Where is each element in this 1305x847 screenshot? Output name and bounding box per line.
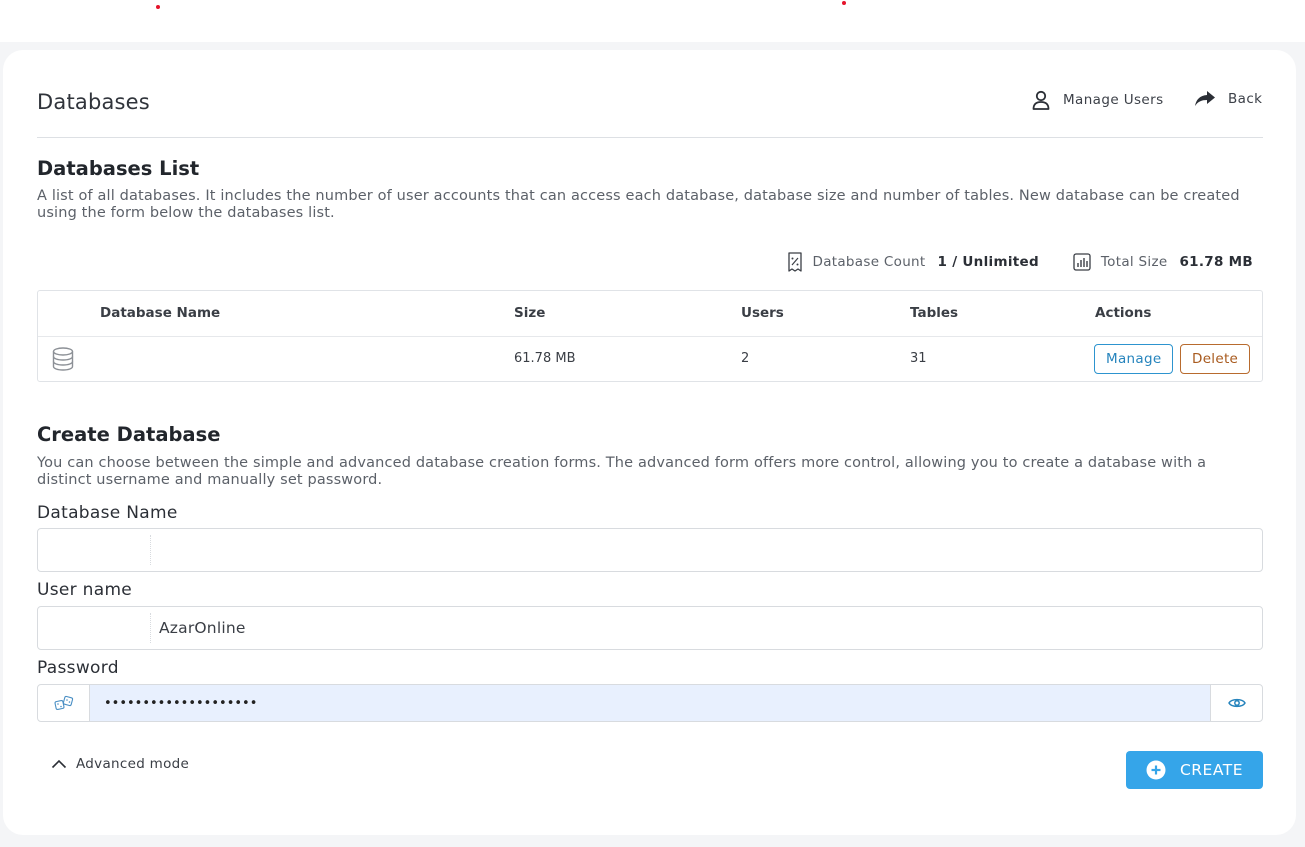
database-name-label: Database Name (37, 503, 178, 523)
status-dot-right (842, 1, 846, 5)
table-row: 61.78 MB 2 31 Manage Delete (38, 337, 1262, 382)
generate-password-button[interactable] (38, 685, 90, 721)
database-count-label: Database Count (812, 254, 926, 270)
column-database-name[interactable]: Database Name (100, 305, 220, 321)
page-title: Databases (37, 90, 150, 114)
advanced-mode-toggle[interactable]: Advanced mode (51, 756, 189, 772)
databases-card: Databases Manage Users Back Databases Li… (3, 50, 1296, 835)
share-arrow-icon (1195, 91, 1215, 106)
tables-cell: 31 (910, 351, 927, 366)
delete-button[interactable]: Delete (1180, 344, 1251, 374)
databases-table: Database Name Size Users Tables Actions … (37, 290, 1263, 382)
database-stats: Database Count 1 / Unlimited Total Size … (787, 252, 1254, 272)
users-cell: 2 (741, 351, 750, 366)
page-header: Databases Manage Users Back (37, 88, 1263, 138)
create-button[interactable]: CREATE (1126, 751, 1263, 789)
user-name-prefix (150, 613, 151, 643)
column-tables[interactable]: Tables (910, 305, 958, 321)
user-icon (1032, 90, 1050, 110)
password-input[interactable] (90, 685, 1210, 721)
back-link[interactable]: Back (1194, 90, 1262, 108)
column-size[interactable]: Size (514, 305, 545, 321)
chevron-up-icon (51, 759, 67, 769)
create-label: CREATE (1179, 761, 1244, 779)
receipt-percent-icon (787, 252, 802, 272)
manage-button[interactable]: Manage (1094, 344, 1174, 374)
table-header: Database Name Size Users Tables Actions (38, 291, 1262, 337)
user-name-label: User name (37, 580, 133, 600)
databases-list-description: A list of all databases. It includes the… (37, 188, 1240, 221)
database-icon (52, 347, 74, 371)
password-field (37, 684, 1263, 722)
back-label: Back (1228, 91, 1263, 107)
bar-chart-icon (1073, 253, 1091, 271)
create-database-title: Create Database (37, 423, 221, 446)
dice-icon (53, 695, 73, 711)
toggle-password-visibility[interactable] (1210, 685, 1262, 721)
user-name-input[interactable] (159, 615, 1249, 641)
database-name-field (37, 528, 1263, 572)
total-size-label: Total Size (1100, 254, 1168, 270)
database-name-input[interactable] (159, 537, 1249, 563)
column-users[interactable]: Users (741, 305, 784, 321)
eye-icon (1227, 698, 1246, 708)
advanced-mode-label: Advanced mode (76, 756, 190, 772)
status-dot-left (156, 5, 160, 9)
database-name-prefix (150, 535, 151, 565)
top-bar (0, 0, 1305, 42)
total-size-value: 61.78 MB (1179, 254, 1253, 270)
database-count-value: 1 / Unlimited (937, 254, 1039, 270)
manage-users-label: Manage Users (1063, 92, 1164, 108)
databases-list-title: Databases List (37, 157, 200, 180)
password-label: Password (37, 658, 119, 678)
size-cell: 61.78 MB (514, 351, 576, 366)
manage-users-link[interactable]: Manage Users (1031, 90, 1164, 110)
user-name-field (37, 606, 1263, 650)
create-database-description: You can choose between the simple and ad… (37, 455, 1207, 488)
column-actions: Actions (1095, 305, 1152, 321)
plus-circle-icon (1146, 760, 1166, 780)
